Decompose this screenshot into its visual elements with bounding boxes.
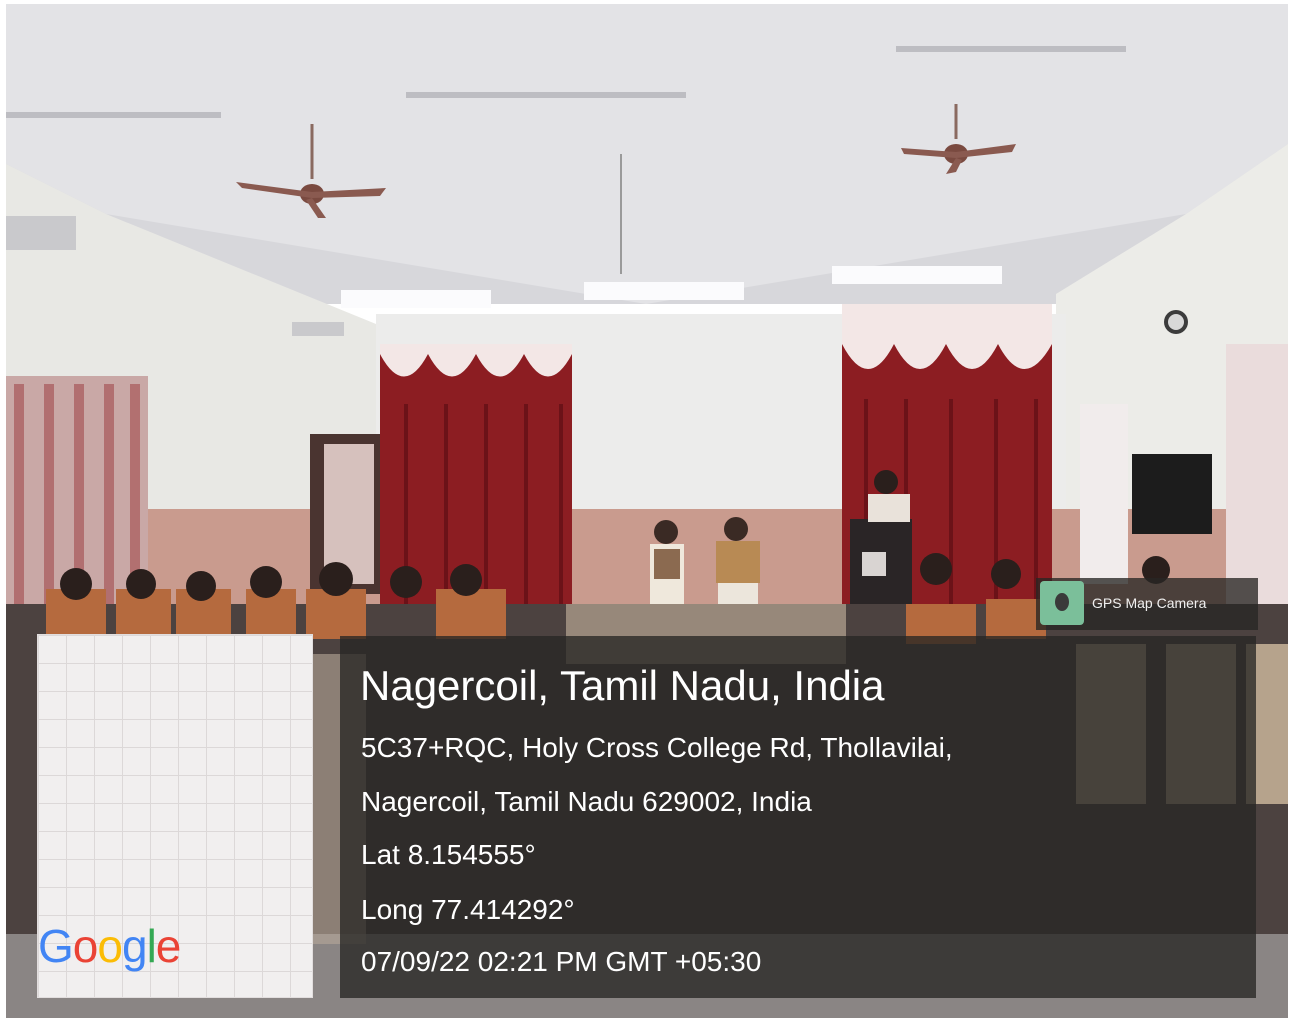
date-time: 07/09/22 02:21 PM GMT +05:30 bbox=[361, 946, 762, 977]
map-camera-app-icon bbox=[1040, 581, 1084, 625]
air-conditioner bbox=[6, 216, 76, 250]
latitude: Lat 8.154555° bbox=[361, 839, 536, 870]
red-curtain bbox=[380, 344, 572, 604]
address-line-1: 5C37+RQC, Holy Cross College Rd, Thollav… bbox=[361, 732, 953, 763]
google-logo-letter: l bbox=[146, 920, 157, 972]
google-logo-letter: o bbox=[97, 920, 123, 972]
location-title: Nagercoil, Tamil Nadu, India bbox=[360, 662, 885, 709]
google-logo: Google bbox=[38, 920, 182, 972]
app-name: GPS Map Camera bbox=[1092, 595, 1207, 611]
tube-light bbox=[584, 282, 744, 300]
tube-light bbox=[341, 290, 491, 308]
app-badge: GPS Map Camera bbox=[1036, 578, 1258, 630]
address-line-2: Nagercoil, Tamil Nadu 629002, India bbox=[361, 786, 812, 817]
location-info-panel: Nagercoil, Tamil Nadu, India 5C37+RQC, H… bbox=[340, 636, 1256, 998]
google-logo-letter: g bbox=[121, 920, 148, 972]
longitude: Long 77.414292° bbox=[361, 894, 575, 925]
television bbox=[1132, 454, 1212, 534]
map-thumbnail: Google bbox=[37, 634, 313, 998]
speaker bbox=[874, 470, 898, 494]
google-logo-letter: e bbox=[155, 920, 182, 972]
window bbox=[1080, 404, 1128, 584]
tube-light bbox=[832, 266, 1002, 284]
google-logo-letter: G bbox=[38, 920, 74, 972]
google-logo-letter: o bbox=[72, 920, 99, 972]
google-logo-text: Google bbox=[38, 920, 182, 972]
